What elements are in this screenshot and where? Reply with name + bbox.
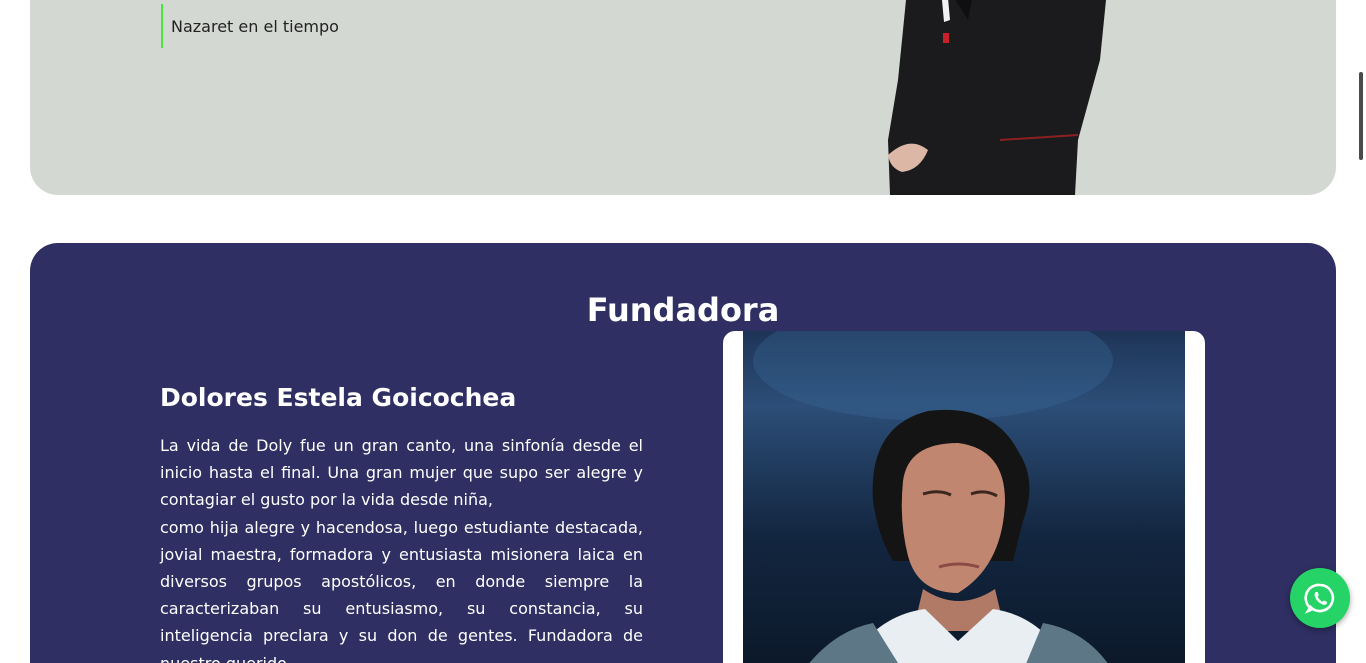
bio-paragraph: como hija alegre y hacendosa, luego estu… — [160, 517, 643, 663]
nav-item-label: Nazaret en el tiempo — [171, 16, 339, 36]
section-title: Fundadora — [586, 291, 780, 329]
top-section-card: Nazaret en el tiempo — [30, 0, 1336, 195]
founder-photo-frame — [723, 331, 1205, 663]
founder-name: Dolores Estela Goicochea — [160, 383, 517, 412]
scrollbar-thumb[interactable] — [1359, 72, 1363, 160]
whatsapp-icon — [1304, 583, 1335, 614]
whatsapp-button[interactable] — [1290, 568, 1350, 628]
founder-bio: La vida de Doly fue un gran canto, una s… — [160, 432, 643, 663]
nun-figure-image — [888, 0, 1106, 195]
nav-item-nazaret-en-el-tiempo[interactable]: Nazaret en el tiempo — [161, 4, 339, 48]
founder-photo — [743, 331, 1185, 663]
section-nav: Nazaret en el tiempo — [161, 0, 339, 52]
bio-paragraph: La vida de Doly fue un gran canto, una s… — [160, 436, 643, 510]
founder-section: Fundadora Dolores Estela Goicochea La vi… — [30, 243, 1336, 663]
